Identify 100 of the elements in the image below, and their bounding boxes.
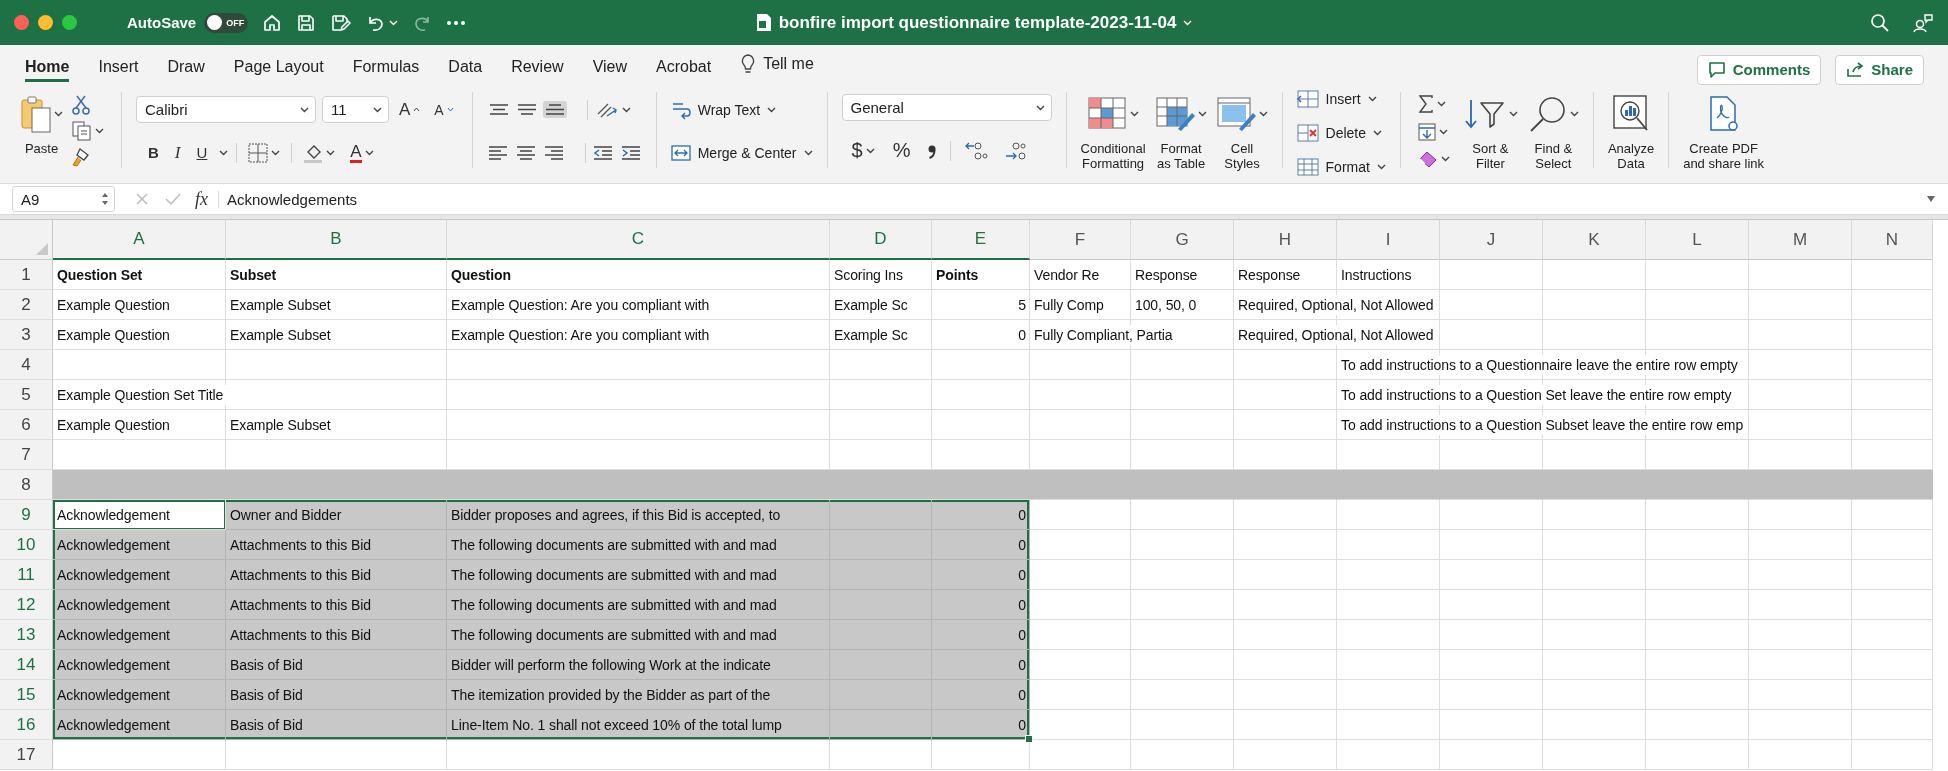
- row-header[interactable]: 6: [0, 410, 53, 440]
- format-table-icon: [1155, 97, 1196, 131]
- column-header[interactable]: L: [1646, 220, 1749, 260]
- row-header[interactable]: 3: [0, 320, 53, 350]
- ribbon-tab[interactable]: Page Layout: [233, 45, 324, 82]
- row-header[interactable]: 10: [0, 530, 53, 560]
- row-header[interactable]: 13: [0, 620, 53, 650]
- column-header[interactable]: A: [53, 220, 226, 260]
- column-header[interactable]: I: [1337, 220, 1440, 260]
- caret-icon: [300, 106, 309, 113]
- delete-cells-button[interactable]: Delete: [1296, 124, 1386, 142]
- caret-icon: [1197, 111, 1207, 117]
- pdf-link-icon: [1708, 96, 1739, 132]
- column-header[interactable]: M: [1749, 220, 1852, 260]
- font-size-select[interactable]: 11: [322, 96, 389, 123]
- caret-icon: [1508, 111, 1518, 117]
- ribbon-tab[interactable]: Draw: [167, 45, 205, 82]
- share-button[interactable]: Share: [1835, 54, 1924, 85]
- cell-text: The following documents are submitted with and mad: [450, 595, 778, 615]
- autosave-toggle[interactable]: OFF: [204, 12, 249, 33]
- caret-icon: [219, 149, 229, 156]
- save-icon: [296, 12, 317, 33]
- row-header[interactable]: 9: [0, 500, 53, 530]
- more-button[interactable]: [446, 19, 467, 26]
- column-header[interactable]: H: [1234, 220, 1337, 260]
- row-header[interactable]: 16: [0, 710, 53, 740]
- more-icon: [446, 19, 467, 26]
- save-button[interactable]: [296, 12, 317, 33]
- minimize-button[interactable]: [38, 15, 53, 30]
- underline-button[interactable]: U: [192, 142, 212, 163]
- find-select-button[interactable]: Find & Select: [1527, 88, 1579, 174]
- row-header[interactable]: 12: [0, 590, 53, 620]
- ribbon-tab[interactable]: Formulas: [352, 45, 420, 82]
- column-header[interactable]: C: [447, 220, 830, 260]
- autosave-label: AutoSave: [127, 14, 197, 31]
- up-caret-icon: [413, 107, 421, 112]
- fill-handle[interactable]: [1025, 735, 1033, 743]
- save-as-button[interactable]: [330, 12, 353, 33]
- bold-button[interactable]: B: [144, 142, 163, 163]
- font-color-button[interactable]: A: [346, 140, 378, 165]
- row-header[interactable]: 4: [0, 350, 53, 380]
- name-box[interactable]: A9: [12, 186, 115, 212]
- column-header[interactable]: N: [1852, 220, 1933, 260]
- row-header[interactable]: 11: [0, 560, 53, 590]
- home-button[interactable]: [262, 12, 283, 33]
- decrease-font-size-button[interactable]: A: [430, 99, 458, 120]
- clipboard-icon: [20, 94, 52, 134]
- ribbon-tab[interactable]: Insert: [98, 45, 139, 82]
- cell-text: The following documents are submitted with and mad: [450, 535, 778, 555]
- increase-font-size-button[interactable]: A: [395, 97, 425, 122]
- borders-icon: [248, 142, 269, 163]
- row-header[interactable]: 1: [0, 260, 53, 290]
- percent-button[interactable]: %: [888, 137, 915, 165]
- row-header[interactable]: 7: [0, 440, 53, 470]
- currency-button[interactable]: $: [847, 137, 879, 165]
- insert-cells-button[interactable]: Insert: [1296, 90, 1386, 108]
- share-people-button[interactable]: [1912, 12, 1934, 33]
- caret-icon: [271, 149, 281, 156]
- number-format-select[interactable]: General: [841, 94, 1052, 122]
- cell-text: Bidder proposes and agrees, if this Bid is accepted, to: [450, 505, 782, 525]
- create-pdf-button[interactable]: Create PDF and share link: [1683, 88, 1765, 183]
- sort-filter-button[interactable]: Sort & Filter: [1462, 88, 1518, 174]
- cell-text: To add instructions to a Questionnaire leave the entire row empty: [1338, 354, 1741, 375]
- wrap-text-button[interactable]: Wrap Text: [670, 99, 813, 120]
- italic-button[interactable]: I: [170, 140, 185, 165]
- align-bottom-button[interactable]: [542, 101, 567, 118]
- paste-button[interactable]: Paste: [20, 88, 63, 174]
- merge-center-button[interactable]: Merge & Center: [670, 142, 813, 163]
- column-header[interactable]: E: [932, 220, 1030, 260]
- row-header[interactable]: 2: [0, 290, 53, 320]
- row-header[interactable]: 15: [0, 680, 53, 710]
- column-header[interactable]: F: [1030, 220, 1131, 260]
- ribbon-tab[interactable]: Data: [448, 45, 483, 82]
- column-header[interactable]: J: [1440, 220, 1543, 260]
- row-header[interactable]: 8: [0, 470, 53, 500]
- caret-icon: [767, 106, 777, 113]
- column-header[interactable]: K: [1543, 220, 1646, 260]
- styles-style-button[interactable]: Cell Styles: [1216, 88, 1268, 174]
- search-button[interactable]: [1870, 12, 1890, 33]
- conditional-style-button[interactable]: Conditional Formatting: [1080, 88, 1146, 174]
- formula-field[interactable]: Acknowledgements: [218, 190, 358, 208]
- font-name-select[interactable]: Calibri: [136, 96, 316, 123]
- ribbon-tab[interactable]: Review: [511, 45, 564, 82]
- column-header[interactable]: G: [1131, 220, 1234, 260]
- ribbon-tab[interactable]: Acrobat: [656, 45, 712, 82]
- format-cells-button[interactable]: Format: [1296, 158, 1386, 176]
- stepper-icon: [101, 191, 109, 207]
- row-header[interactable]: 17: [0, 740, 53, 770]
- fill-down-icon: [1417, 123, 1436, 141]
- column-header[interactable]: B: [226, 220, 447, 260]
- insert-function-button[interactable]: fx: [195, 188, 208, 210]
- zoom-button[interactable]: [62, 15, 77, 30]
- table-style-button[interactable]: Format as Table: [1155, 88, 1207, 174]
- row-header[interactable]: 5: [0, 380, 53, 410]
- analyze-data-button[interactable]: Analyze Data: [1607, 88, 1655, 183]
- column-header[interactable]: D: [830, 220, 932, 260]
- comments-button[interactable]: Comments: [1696, 54, 1822, 85]
- ribbon-tab[interactable]: View: [592, 45, 627, 82]
- tell-me-label[interactable]: Tell me: [763, 54, 814, 73]
- row-header[interactable]: 14: [0, 650, 53, 680]
